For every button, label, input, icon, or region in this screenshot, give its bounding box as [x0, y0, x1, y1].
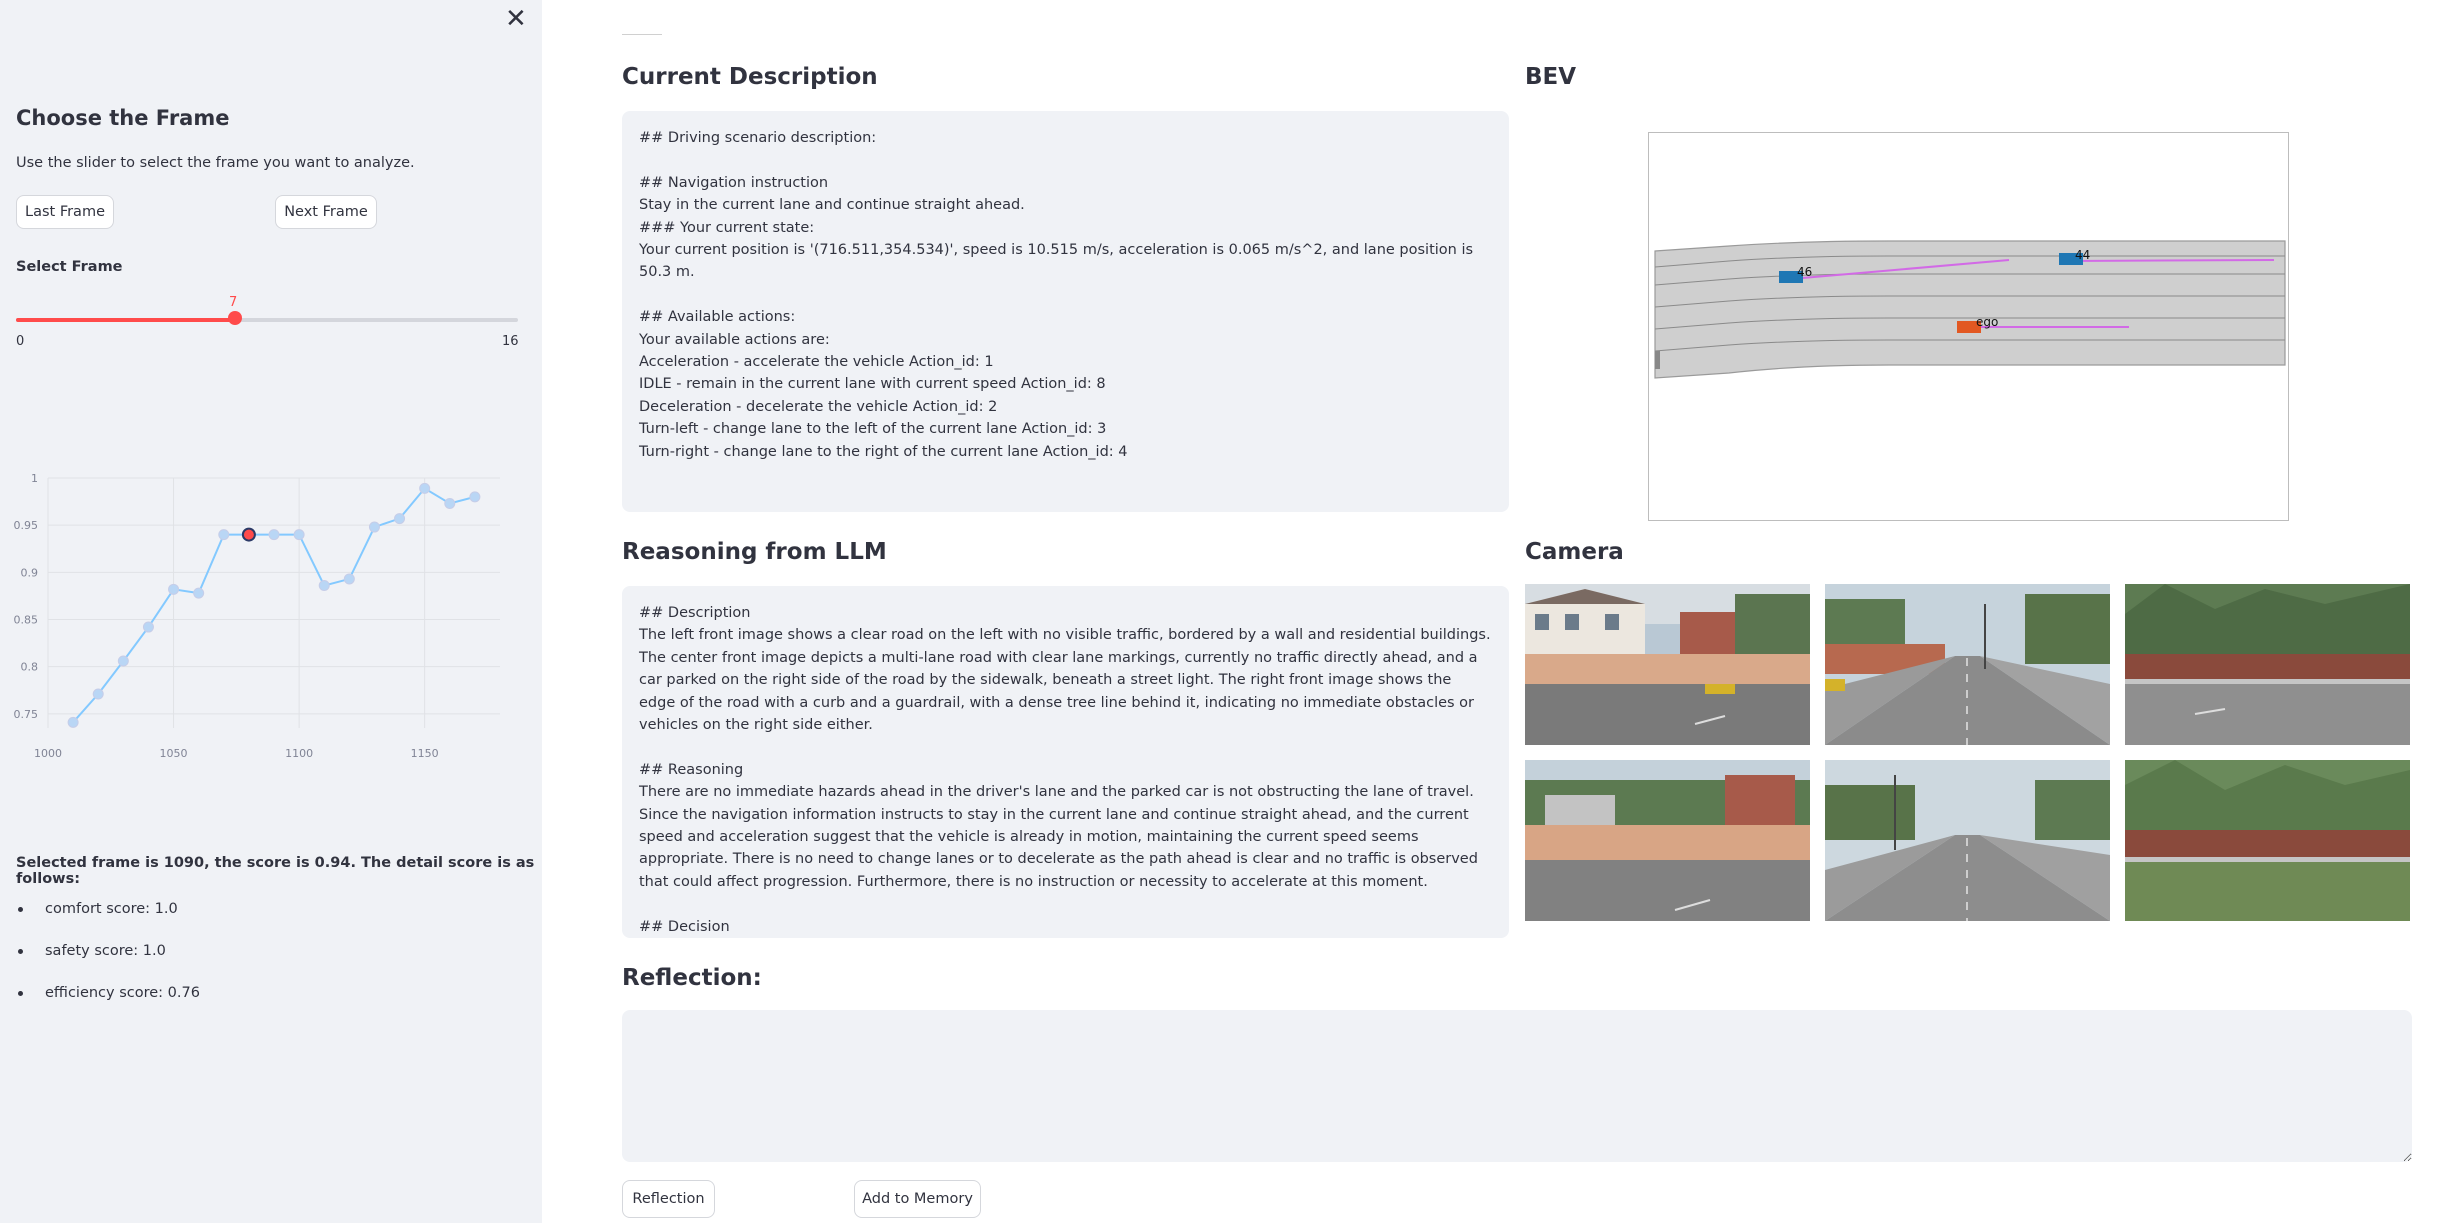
sidebar-title: Choose the Frame	[16, 106, 230, 130]
x-tick-label: 1050	[160, 747, 188, 760]
data-point	[218, 529, 230, 541]
y-tick-label: 0.8	[21, 661, 39, 674]
sidebar: ✕ Choose the Frame Use the slider to sel…	[0, 0, 542, 1223]
current-description-textarea[interactable]: ## Driving scenario description: ## Navi…	[622, 111, 1509, 512]
x-tick-label: 1100	[285, 747, 313, 760]
x-tick-label: 1150	[411, 747, 439, 760]
vehicle-44-label: 44	[2075, 248, 2090, 262]
score-line-chart: 0.75 0.8 0.85 0.9 0.95 1 1000 1050 1100 1150	[14, 472, 500, 760]
current-description-title: Current Description	[622, 64, 878, 90]
bullet-icon	[18, 948, 23, 954]
add-to-memory-button[interactable]: Add to Memory	[854, 1180, 981, 1218]
camera-front-center	[1825, 584, 2110, 745]
data-point	[318, 580, 330, 592]
frame-slider-value: 7	[229, 295, 238, 310]
bullet-icon	[18, 906, 23, 912]
bullet-icon	[18, 990, 23, 996]
reasoning-title: Reasoning from LLM	[622, 539, 887, 565]
data-point	[168, 583, 180, 595]
bev-view: 46 44 ego	[1648, 132, 2289, 521]
reflection-textarea[interactable]	[622, 1010, 2412, 1162]
trajectory-44	[2068, 259, 2275, 262]
data-point	[469, 491, 481, 503]
frame-slider-min: 0	[16, 334, 25, 349]
y-tick-label: 1	[31, 472, 38, 485]
data-point	[117, 655, 129, 667]
y-tick-label: 0.9	[21, 566, 39, 579]
score-list: comfort score: 1.0 safety score: 1.0 eff…	[16, 888, 200, 1014]
y-tick-label: 0.95	[14, 519, 39, 532]
data-point	[394, 513, 406, 525]
data-point	[142, 621, 154, 633]
frame-slider-fill	[16, 318, 236, 322]
selected-point	[241, 527, 256, 542]
select-frame-label: Select Frame	[16, 259, 123, 275]
list-item: safety score: 1.0	[16, 930, 200, 972]
data-point	[293, 529, 305, 541]
road-edge-marker	[1655, 351, 1660, 369]
safety-score: safety score: 1.0	[45, 943, 166, 959]
bev-title: BEV	[1525, 64, 1577, 90]
selected-frame-summary: Selected frame is 1090, the score is 0.9…	[16, 855, 535, 887]
reflection-button[interactable]: Reflection	[622, 1180, 715, 1218]
vehicle-46-label: 46	[1797, 265, 1812, 279]
comfort-score: comfort score: 1.0	[45, 901, 178, 917]
data-point	[343, 573, 355, 585]
sidebar-description: Use the slider to select the frame you w…	[16, 155, 415, 171]
reflection-title: Reflection:	[622, 965, 762, 991]
x-tick-label: 1000	[34, 747, 62, 760]
y-tick-label: 0.75	[14, 708, 39, 721]
data-point	[444, 497, 456, 509]
data-point	[419, 482, 431, 494]
data-point	[368, 521, 380, 533]
list-item: comfort score: 1.0	[16, 888, 200, 930]
frame-slider-track[interactable]	[16, 318, 518, 322]
y-tick-label: 0.85	[14, 614, 39, 627]
efficiency-score: efficiency score: 0.76	[45, 985, 200, 1001]
camera-rear-right	[2125, 760, 2410, 921]
next-frame-button[interactable]: Next Frame	[275, 195, 377, 229]
frame-slider-thumb[interactable]	[228, 311, 242, 325]
data-point	[193, 587, 205, 599]
top-divider	[622, 34, 662, 35]
camera-front-right	[2125, 584, 2410, 745]
frame-slider-max: 16	[502, 334, 519, 349]
data-point	[268, 529, 280, 541]
data-point	[67, 716, 79, 728]
last-frame-button[interactable]: Last Frame	[16, 195, 114, 229]
ego-label: ego	[1976, 315, 1998, 329]
list-item: efficiency score: 0.76	[16, 972, 200, 1014]
data-point	[92, 688, 104, 700]
close-icon[interactable]: ✕	[505, 4, 527, 34]
camera-rear-center	[1825, 760, 2110, 921]
camera-title: Camera	[1525, 539, 1624, 565]
score-line	[72, 487, 476, 724]
reasoning-textarea[interactable]: ## Description The left front image show…	[622, 586, 1509, 938]
camera-rear-left	[1525, 760, 1810, 921]
camera-front-left	[1525, 584, 1810, 745]
